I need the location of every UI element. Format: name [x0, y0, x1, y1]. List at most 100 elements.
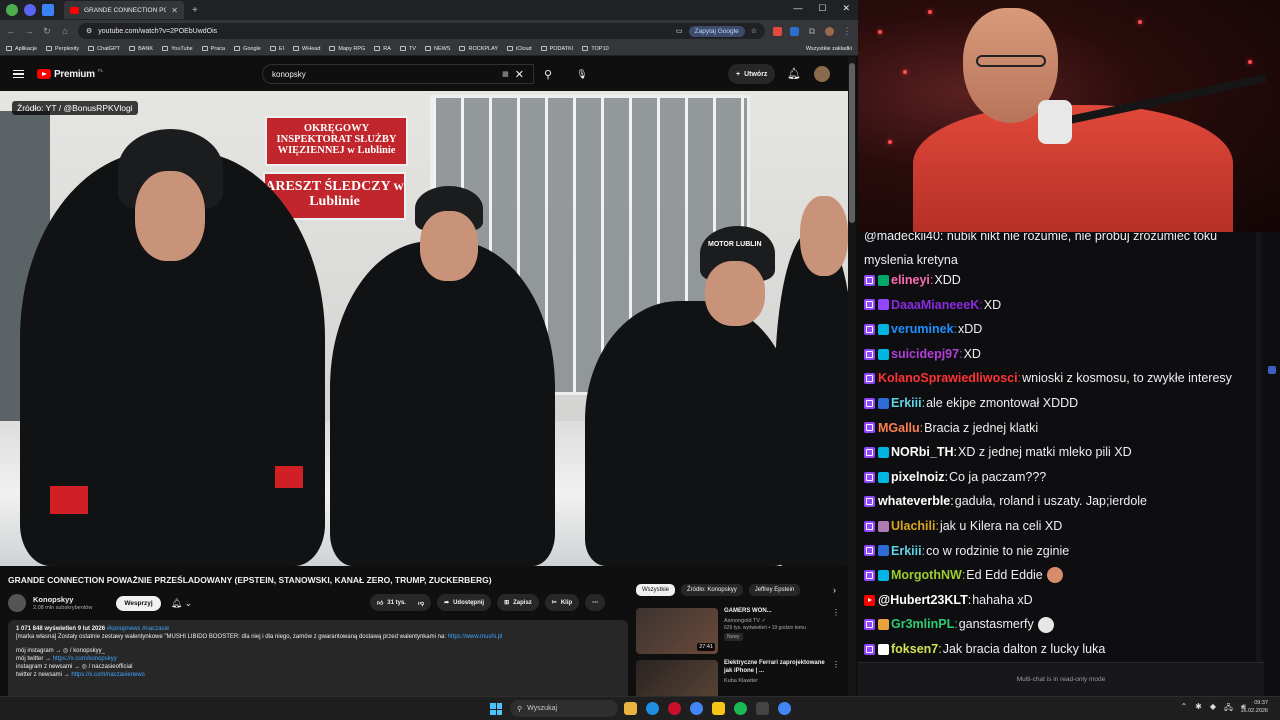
save-button[interactable]: ⊞ Zapisz [497, 594, 539, 611]
chat-username[interactable]: NORbi_TH [891, 440, 954, 465]
description-link[interactable]: https://www.mushi.pl [448, 634, 503, 640]
chat-username[interactable]: Gr3mlinPL [891, 612, 954, 637]
windows-start-icon[interactable] [490, 703, 502, 715]
download-icon[interactable] [756, 702, 769, 715]
chip-source[interactable]: Źródło: Konopskyy [681, 584, 743, 596]
bookmark-item[interactable]: BANK [129, 46, 153, 52]
chat-username[interactable]: MGallu [878, 416, 920, 441]
edge-icon[interactable] [646, 702, 659, 715]
rec-channel[interactable]: Asmongold TV ✓ [724, 618, 826, 624]
whatsapp-tab-icon[interactable] [6, 4, 18, 16]
maximize-icon[interactable]: ☐ [818, 3, 826, 14]
chat-username[interactable]: veruminek [891, 317, 954, 342]
clear-search-icon[interactable]: ✕ [515, 68, 524, 81]
bookmark-star-icon[interactable]: ☆ [751, 27, 757, 35]
chat-username[interactable]: Erkiii [891, 391, 922, 416]
support-button[interactable]: Wesprzyj [116, 595, 161, 611]
chat-username[interactable]: suicidepj97 [891, 342, 959, 367]
file-explorer-icon[interactable] [624, 702, 637, 715]
description-link[interactable]: https://x.com/konopskyy [53, 656, 117, 662]
extension-icon[interactable] [790, 26, 799, 36]
close-window-icon[interactable]: ✕ [842, 3, 850, 14]
ask-google-button[interactable]: Zapytaj Google [688, 25, 745, 37]
page-scrollbar[interactable] [848, 57, 856, 696]
new-tab-icon[interactable]: + [192, 5, 198, 16]
rec-title[interactable]: Elektryczne Ferrari zaprojektowane jak i… [724, 660, 826, 676]
video-description[interactable]: 1 071 848 wyświetleń 9 lut 2026 #konopne… [8, 620, 628, 700]
like-button[interactable]: 👍︎ 31 tys. 👎︎ [370, 594, 432, 611]
omnibox[interactable]: ⚙ youtube.com/watch?v=2POEbUwdOis ▭ Zapy… [78, 23, 765, 39]
active-tab[interactable]: GRANDE CONNECTION POWA ✕ [64, 1, 184, 19]
avatar[interactable] [814, 66, 830, 82]
recommended-video[interactable]: 27:41 GAMERS WON... Asmongold TV ✓ 629 t… [636, 608, 840, 654]
chat-username[interactable]: KolanoSprawiedliwosci [878, 366, 1018, 391]
bookmark-item[interactable]: Mapy RPG [329, 46, 365, 52]
channel-avatar[interactable] [8, 594, 26, 612]
more-vert-icon[interactable]: ⋮ [832, 608, 840, 654]
hamburger-menu-icon[interactable] [13, 69, 24, 79]
video-player[interactable]: OKRĘGOWY INSPEKTORAT SŁUŻBY WIĘZIENNEJ w… [0, 91, 848, 566]
bookmark-item[interactable]: Aplikacje [6, 46, 37, 52]
chat-username[interactable]: pixelnoiz [891, 465, 944, 490]
clock[interactable]: 09:37 16.02.2026 [1240, 700, 1268, 715]
bookmark-item[interactable]: PODATKI [540, 46, 573, 52]
site-info-icon[interactable]: ⚙ [86, 27, 92, 35]
profile-icon[interactable] [825, 26, 834, 36]
bluetooth-icon[interactable]: ✱ [1195, 702, 1202, 716]
forward-icon[interactable]: → [24, 26, 34, 36]
network-icon[interactable]: 🖧︎ [1224, 702, 1233, 716]
clip-button[interactable]: ✂ Klip [544, 594, 580, 611]
app-icon[interactable] [668, 702, 681, 715]
bookmark-item[interactable]: Perplexity [46, 46, 79, 52]
chat-scrollbar[interactable] [1256, 232, 1262, 662]
share-button[interactable]: ➦ Udostępnij [437, 594, 492, 611]
chip-topic[interactable]: Jeffrey Epstein [748, 584, 801, 596]
minimize-icon[interactable]: — [793, 3, 802, 14]
bookmark-item[interactable]: TV [399, 46, 416, 52]
hashtags[interactable]: #konopnews #naczasie [107, 626, 169, 632]
bookmark-item[interactable]: TOP10 [582, 46, 609, 52]
all-bookmarks[interactable]: Wszystkie zakładki [806, 46, 852, 52]
search-input[interactable]: konopsky ▦ ✕ [262, 64, 534, 84]
youtube-logo[interactable]: Premium PL [37, 68, 103, 80]
reload-icon[interactable]: ↻ [42, 26, 52, 37]
bookmark-item[interactable]: ChatGPT [88, 46, 120, 52]
chat-username[interactable]: foksen7 [891, 637, 938, 662]
create-button[interactable]: + Utwórz [728, 64, 776, 84]
video-thumbnail[interactable]: 27:41 [636, 608, 718, 654]
discord-tab-icon[interactable] [24, 4, 36, 16]
chat-username[interactable]: @Hubert23KLT [878, 588, 968, 613]
app-tray-icon[interactable]: ◆ [1210, 702, 1216, 716]
chrome-icon[interactable] [778, 702, 791, 715]
rec-channel[interactable]: Kuba Klawiter [724, 678, 826, 684]
chevron-up-icon[interactable]: ⌃ [1180, 702, 1187, 716]
bookmark-item[interactable]: iCloud [507, 46, 532, 52]
chrome-icon[interactable] [690, 702, 703, 715]
keyboard-icon[interactable]: ▦ [502, 70, 509, 78]
notes-icon[interactable] [712, 702, 725, 715]
chat-username[interactable]: Erkiii [891, 539, 922, 564]
bookmark-item[interactable]: Google [234, 46, 261, 52]
description-link[interactable]: https://x.com/naczasienews [71, 672, 144, 678]
cast-icon[interactable]: ▭ [676, 27, 683, 35]
blue-tab-icon[interactable] [42, 4, 54, 16]
search-button[interactable]: ⚲ [534, 64, 562, 84]
bookmark-item[interactable]: ROCKPLAY [459, 46, 498, 52]
spotify-icon[interactable] [734, 702, 747, 715]
back-icon[interactable]: ← [6, 26, 16, 36]
more-actions-button[interactable]: ⋯ [585, 594, 606, 611]
bookmark-item[interactable]: EI [269, 46, 284, 52]
bookmark-item[interactable]: RA [374, 46, 391, 52]
bookmark-item[interactable]: WHead [293, 46, 320, 52]
menu-icon[interactable]: ⋮ [842, 26, 852, 37]
rec-title[interactable]: GAMERS WON... [724, 608, 826, 616]
chat-username[interactable]: DaaaMianeeeK [891, 293, 979, 318]
chat-username[interactable]: Ulachili [891, 514, 935, 539]
home-icon[interactable]: ⌂ [60, 26, 70, 36]
notifications-bell-icon[interactable]: 🔔︎ [787, 67, 801, 80]
chip-all[interactable]: Wszystkie [636, 584, 675, 596]
chat-username[interactable]: MorgothNW [891, 563, 962, 588]
voice-search-button[interactable]: 🎙︎ [572, 64, 592, 84]
close-tab-icon[interactable]: ✕ [171, 6, 178, 15]
bookmark-item[interactable]: Praca [201, 46, 225, 52]
